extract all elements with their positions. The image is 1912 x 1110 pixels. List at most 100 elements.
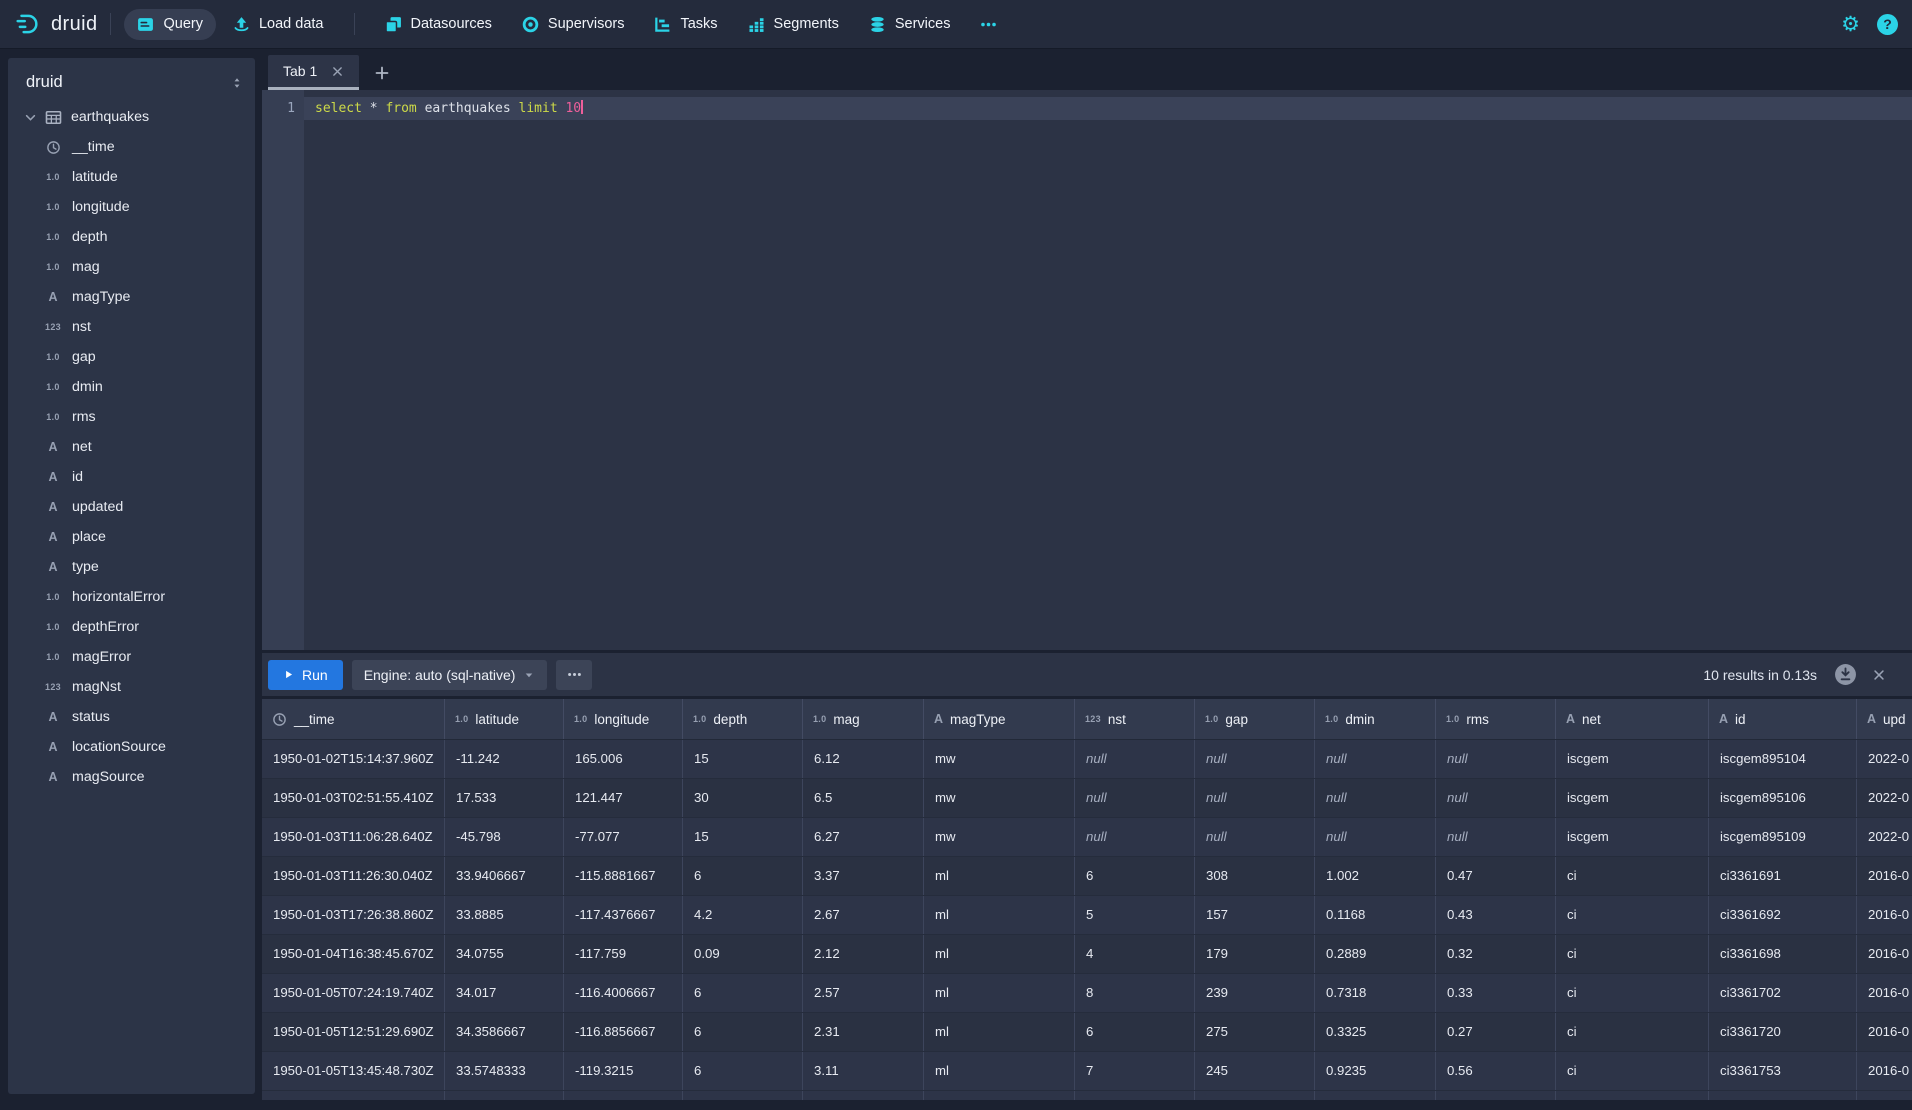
table-cell[interactable]: 1950-01-03T02:51:55.410Z bbox=[262, 779, 445, 817]
tree-item-column-magtype[interactable]: AmagType bbox=[8, 282, 255, 312]
table-cell[interactable]: ci3361720 bbox=[1709, 1013, 1857, 1051]
table-cell[interactable]: 1950-01-03T11:26:30.040Z bbox=[262, 857, 445, 895]
table-cell[interactable]: 157 bbox=[1195, 896, 1315, 934]
table-cell[interactable]: 1950-01-03T11:06:28.640Z bbox=[262, 818, 445, 856]
table-cell[interactable]: 3.37 bbox=[803, 857, 924, 895]
tree-item-column-magerror[interactable]: 1.0magError bbox=[8, 642, 255, 672]
table-cell[interactable]: 5 bbox=[1075, 896, 1195, 934]
sql-line[interactable]: select * from earthquakes limit 10 bbox=[304, 97, 1912, 120]
tree-item-column-dmin[interactable]: 1.0dmin bbox=[8, 372, 255, 402]
table-cell[interactable]: 0.47 bbox=[1436, 857, 1556, 895]
table-cell[interactable]: null bbox=[1436, 779, 1556, 817]
run-button[interactable]: Run bbox=[268, 660, 343, 690]
table-cell[interactable]: 4.2 bbox=[683, 896, 803, 934]
nav-item-services[interactable]: Services bbox=[856, 9, 964, 40]
table-cell[interactable]: -11.242 bbox=[445, 740, 564, 778]
tree-item-column-rms[interactable]: 1.0rms bbox=[8, 402, 255, 432]
table-cell[interactable]: -117.759 bbox=[564, 935, 683, 973]
table-cell[interactable]: 121.447 bbox=[564, 779, 683, 817]
table-cell[interactable]: ml bbox=[924, 1052, 1075, 1090]
table-cell[interactable]: iscgem bbox=[1556, 740, 1709, 778]
schema-header[interactable]: druid bbox=[8, 58, 255, 102]
sql-editor[interactable]: 1 select * from earthquakes limit 10 bbox=[262, 90, 1912, 650]
table-cell[interactable]: 2016-0 bbox=[1857, 1013, 1912, 1051]
table-cell[interactable]: ci3361698 bbox=[1709, 935, 1857, 973]
druid-logo[interactable]: druid bbox=[14, 11, 97, 37]
table-cell[interactable]: 4 bbox=[1075, 935, 1195, 973]
table-cell[interactable]: 33.5748333 bbox=[445, 1052, 564, 1090]
column-header-longitude[interactable]: 1.0longitude bbox=[564, 699, 683, 739]
tree-item-column-longitude[interactable]: 1.0longitude bbox=[8, 192, 255, 222]
table-cell[interactable]: 239 bbox=[1195, 974, 1315, 1012]
table-cell[interactable]: 6 bbox=[683, 857, 803, 895]
table-cell[interactable]: 34.3586667 bbox=[445, 1013, 564, 1051]
tree-item-column-magnst[interactable]: 123magNst bbox=[8, 672, 255, 702]
table-cell[interactable]: 1950-01-04T16:38:45.670Z bbox=[262, 935, 445, 973]
tree-item-column-gap[interactable]: 1.0gap bbox=[8, 342, 255, 372]
table-cell[interactable]: null bbox=[1195, 779, 1315, 817]
table-cell[interactable]: ci3361692 bbox=[1709, 896, 1857, 934]
table-cell[interactable]: 30 bbox=[683, 779, 803, 817]
tree-item-column-updated[interactable]: Aupdated bbox=[8, 492, 255, 522]
table-cell[interactable]: 7 bbox=[1075, 1052, 1195, 1090]
table-cell[interactable]: 33.9406667 bbox=[445, 857, 564, 895]
table-cell[interactable]: -116.8856667 bbox=[564, 1013, 683, 1051]
table-cell[interactable]: null bbox=[1075, 740, 1195, 778]
table-cell[interactable]: 2022-0 bbox=[1857, 740, 1912, 778]
tree-item-column-status[interactable]: Astatus bbox=[8, 702, 255, 732]
table-cell[interactable]: 2.31 bbox=[803, 1013, 924, 1051]
table-cell[interactable]: iscgem bbox=[1556, 818, 1709, 856]
table-cell[interactable]: 6 bbox=[683, 1013, 803, 1051]
tab-query-1[interactable]: Tab 1 bbox=[268, 55, 359, 90]
close-results-icon[interactable] bbox=[1872, 668, 1886, 682]
table-cell[interactable]: 2016-0 bbox=[1857, 857, 1912, 895]
table-cell[interactable]: 2016-0 bbox=[1857, 974, 1912, 1012]
table-cell[interactable]: 308 bbox=[1195, 857, 1315, 895]
table-cell[interactable]: ml bbox=[924, 935, 1075, 973]
table-cell[interactable]: null bbox=[1315, 779, 1436, 817]
table-cell[interactable]: 6 bbox=[683, 1052, 803, 1090]
table-cell[interactable]: -77.077 bbox=[564, 818, 683, 856]
table-cell[interactable]: 15 bbox=[683, 740, 803, 778]
table-cell[interactable]: 1950-01-05T12:51:29.690Z bbox=[262, 1013, 445, 1051]
nav-item-query[interactable]: Query bbox=[124, 9, 216, 40]
table-cell[interactable]: mw bbox=[924, 740, 1075, 778]
table-cell[interactable]: 6.12 bbox=[803, 740, 924, 778]
table-cell[interactable]: 0.33 bbox=[1436, 974, 1556, 1012]
column-header-id[interactable]: Aid bbox=[1709, 699, 1857, 739]
tree-item-column-type[interactable]: Atype bbox=[8, 552, 255, 582]
table-cell[interactable]: 0.9235 bbox=[1315, 1052, 1436, 1090]
table-cell[interactable]: 6.5 bbox=[803, 779, 924, 817]
table-cell[interactable]: iscgem895104 bbox=[1709, 740, 1857, 778]
double-caret-vertical-icon[interactable] bbox=[231, 76, 243, 90]
column-header-upd[interactable]: Aupd bbox=[1857, 699, 1912, 739]
table-cell[interactable]: ci bbox=[1556, 1052, 1709, 1090]
table-cell[interactable]: -115.8881667 bbox=[564, 857, 683, 895]
table-cell[interactable]: ci bbox=[1556, 857, 1709, 895]
gear-icon[interactable]: ⚙ bbox=[1841, 14, 1860, 35]
table-cell[interactable]: -45.798 bbox=[445, 818, 564, 856]
table-cell[interactable]: null bbox=[1195, 818, 1315, 856]
table-cell[interactable]: -116.4006667 bbox=[564, 974, 683, 1012]
tab-close-icon[interactable] bbox=[331, 65, 344, 78]
table-cell[interactable]: 165.006 bbox=[564, 740, 683, 778]
tree-item-column-horizontalerror[interactable]: 1.0horizontalError bbox=[8, 582, 255, 612]
download-icon[interactable] bbox=[1834, 663, 1857, 686]
table-cell[interactable]: 245 bbox=[1195, 1052, 1315, 1090]
column-header-latitude[interactable]: 1.0latitude bbox=[445, 699, 564, 739]
table-cell[interactable]: ci bbox=[1556, 974, 1709, 1012]
column-header-net[interactable]: Anet bbox=[1556, 699, 1709, 739]
table-cell[interactable]: iscgem895109 bbox=[1709, 818, 1857, 856]
table-cell[interactable]: ml bbox=[924, 1013, 1075, 1051]
table-cell[interactable]: 0.32 bbox=[1436, 935, 1556, 973]
help-icon[interactable]: ? bbox=[1877, 14, 1898, 35]
table-cell[interactable]: 6 bbox=[1075, 857, 1195, 895]
nav-item-supervisors[interactable]: Supervisors bbox=[509, 9, 638, 40]
table-cell[interactable]: 0.56 bbox=[1436, 1052, 1556, 1090]
table-cell[interactable]: 179 bbox=[1195, 935, 1315, 973]
tree-item-table-earthquakes[interactable]: earthquakes bbox=[8, 102, 255, 132]
table-cell[interactable]: ml bbox=[924, 896, 1075, 934]
column-header-gap[interactable]: 1.0gap bbox=[1195, 699, 1315, 739]
table-cell[interactable]: -119.3215 bbox=[564, 1052, 683, 1090]
table-cell[interactable]: 2022-0 bbox=[1857, 779, 1912, 817]
